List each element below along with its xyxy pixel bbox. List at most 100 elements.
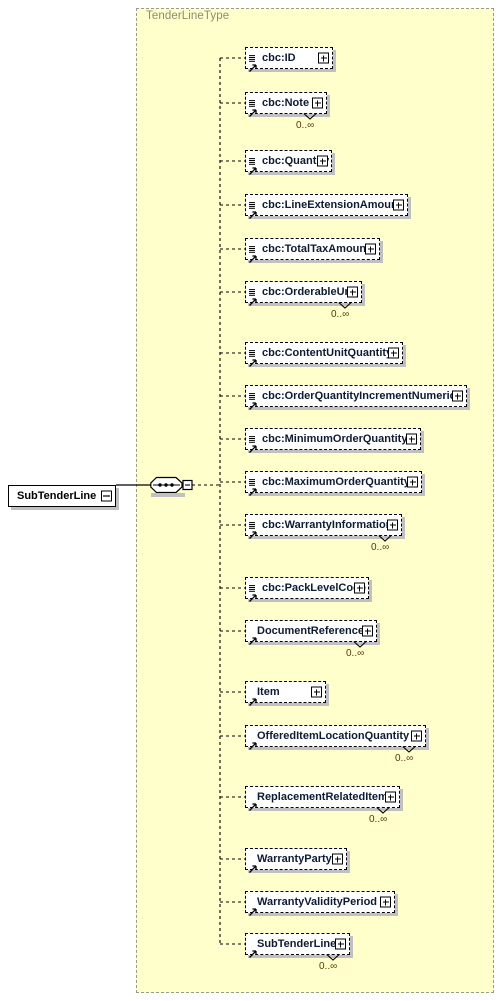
element-reference-arrow-icon	[248, 59, 257, 72]
element-node-label: cbc:TotalTaxAmount	[262, 242, 370, 255]
sequence-lines-icon	[249, 50, 257, 62]
expander-plus-icon[interactable]	[311, 686, 322, 698]
element-node-warrantyparty[interactable]: WarrantyParty	[245, 848, 347, 873]
sequence-lines-icon	[249, 197, 257, 209]
sequence-lines-icon	[249, 474, 257, 486]
cardinality-label: 0..∞	[369, 814, 388, 825]
expander-plus-icon[interactable]	[362, 625, 373, 637]
element-node-label: SubTenderLine	[257, 937, 337, 950]
element-node-cbc-orderableunit[interactable]: cbc:OrderableUnit	[245, 281, 362, 306]
element-reference-arrow-icon	[248, 693, 257, 706]
element-node-cbc-totaltaxamount[interactable]: cbc:TotalTaxAmount	[245, 238, 380, 263]
element-node-cbc-quantity[interactable]: cbc:Quantity	[245, 150, 332, 175]
element-node-label: OfferedItemLocationQuantity	[257, 729, 410, 742]
sequence-lines-icon	[249, 153, 257, 165]
expander-plus-icon[interactable]	[393, 199, 404, 211]
sequence-lines-icon	[249, 517, 257, 529]
element-node-label: DocumentReference	[257, 624, 364, 637]
element-node-label: ReplacementRelatedItem	[257, 790, 388, 803]
expander-plus-icon[interactable]	[317, 155, 328, 167]
element-reference-arrow-icon	[248, 945, 257, 958]
element-node-warrantyvalidityperiod[interactable]: WarrantyValidityPeriod	[245, 891, 395, 916]
element-node-replacementrelateditem[interactable]: ReplacementRelatedItem	[245, 786, 400, 811]
root-expander-icon[interactable]	[101, 490, 112, 502]
expander-plus-icon[interactable]	[312, 97, 323, 109]
sequence-lines-icon	[249, 95, 257, 107]
root-element-subtenderline[interactable]: SubTenderLine	[8, 485, 116, 507]
expander-plus-icon[interactable]	[354, 582, 365, 594]
expander-plus-icon[interactable]	[411, 730, 422, 742]
expander-plus-icon[interactable]	[318, 52, 329, 64]
element-reference-arrow-icon	[248, 903, 257, 916]
sequence-lines-icon	[249, 345, 257, 357]
element-reference-arrow-icon	[248, 526, 257, 539]
schema-diagram-canvas: TenderLineType SubTenderLine cbc:ID cbc:N…	[0, 0, 500, 1001]
expander-plus-icon[interactable]	[332, 853, 343, 865]
element-reference-arrow-icon	[248, 632, 257, 645]
element-reference-arrow-icon	[248, 589, 257, 602]
sequence-lines-icon	[249, 580, 257, 592]
expander-plus-icon[interactable]	[387, 519, 398, 531]
cardinality-label: 0..∞	[346, 648, 365, 659]
element-reference-arrow-icon	[248, 860, 257, 873]
sequence-compositor-icon[interactable]	[150, 473, 194, 497]
cardinality-arc-icon	[378, 535, 392, 542]
element-node-cbc-lineextensionamount[interactable]: cbc:LineExtensionAmount	[245, 194, 408, 219]
sequence-lines-icon	[249, 241, 257, 253]
expander-plus-icon[interactable]	[406, 433, 417, 445]
element-reference-arrow-icon	[248, 250, 257, 263]
element-node-label: cbc:LineExtensionAmount	[262, 198, 402, 211]
element-node-label: cbc:OrderQuantityIncrementNumeric	[262, 389, 456, 402]
cardinality-label: 0..∞	[296, 120, 315, 131]
element-node-cbc-packlevelcode[interactable]: cbc:PackLevelCode	[245, 577, 369, 602]
element-node-label: cbc:MinimumOrderQuantity	[262, 432, 408, 445]
element-node-cbc-orderquantityincrementnumeric[interactable]: cbc:OrderQuantityIncrementNumeric	[245, 385, 467, 410]
element-reference-arrow-icon	[248, 737, 257, 750]
element-reference-arrow-icon	[248, 798, 257, 811]
element-node-cbc-maximumorderquantity[interactable]: cbc:MaximumOrderQuantity	[245, 471, 422, 496]
expander-plus-icon[interactable]	[407, 476, 418, 488]
element-reference-arrow-icon	[248, 293, 257, 306]
sequence-lines-icon	[249, 388, 257, 400]
expander-plus-icon[interactable]	[380, 896, 391, 908]
element-reference-arrow-icon	[248, 440, 257, 453]
cardinality-arc-icon	[353, 641, 367, 648]
cardinality-label: 0..∞	[395, 753, 414, 764]
element-reference-arrow-icon	[248, 397, 257, 410]
cardinality-arc-icon	[303, 113, 317, 120]
expander-plus-icon[interactable]	[385, 791, 396, 803]
expander-plus-icon[interactable]	[347, 286, 358, 298]
element-node-documentreference[interactable]: DocumentReference	[245, 620, 377, 645]
cardinality-arc-icon	[338, 302, 352, 309]
element-node-label: cbc:PackLevelCode	[262, 581, 366, 594]
element-reference-arrow-icon	[248, 354, 257, 367]
element-node-label: WarrantyValidityPeriod	[257, 895, 378, 908]
element-node-cbc-warrantyinformation[interactable]: cbc:WarrantyInformation	[245, 514, 402, 539]
expander-plus-icon[interactable]	[452, 390, 463, 402]
element-node-subtenderline[interactable]: SubTenderLine	[245, 933, 350, 958]
cardinality-arc-icon	[376, 807, 390, 814]
sequence-lines-icon	[249, 431, 257, 443]
element-node-cbc-contentunitquantity[interactable]: cbc:ContentUnitQuantity	[245, 342, 403, 367]
element-reference-arrow-icon	[248, 162, 257, 175]
expander-plus-icon[interactable]	[335, 938, 346, 950]
element-node-label: cbc:MaximumOrderQuantity	[262, 475, 410, 488]
element-reference-arrow-icon	[248, 104, 257, 117]
expander-plus-icon[interactable]	[388, 347, 399, 359]
cardinality-label: 0..∞	[371, 542, 390, 553]
element-node-item[interactable]: Item	[245, 681, 326, 706]
element-node-label: cbc:WarrantyInformation	[262, 518, 393, 531]
expander-plus-icon[interactable]	[365, 243, 376, 255]
cardinality-label: 0..∞	[331, 309, 350, 320]
cardinality-label: 0..∞	[319, 961, 338, 972]
element-node-cbc-minimumorderquantity[interactable]: cbc:MinimumOrderQuantity	[245, 428, 421, 453]
element-node-offereditemlocationquantity[interactable]: OfferedItemLocationQuantity	[245, 725, 426, 750]
cardinality-arc-icon	[326, 954, 340, 961]
sequence-lines-icon	[249, 284, 257, 296]
element-reference-arrow-icon	[248, 206, 257, 219]
cardinality-arc-icon	[402, 746, 416, 753]
element-reference-arrow-icon	[248, 483, 257, 496]
element-node-cbc-id[interactable]: cbc:ID	[245, 47, 333, 72]
element-node-label: cbc:OrderableUnit	[262, 285, 358, 298]
element-node-cbc-note[interactable]: cbc:Note	[245, 92, 327, 117]
